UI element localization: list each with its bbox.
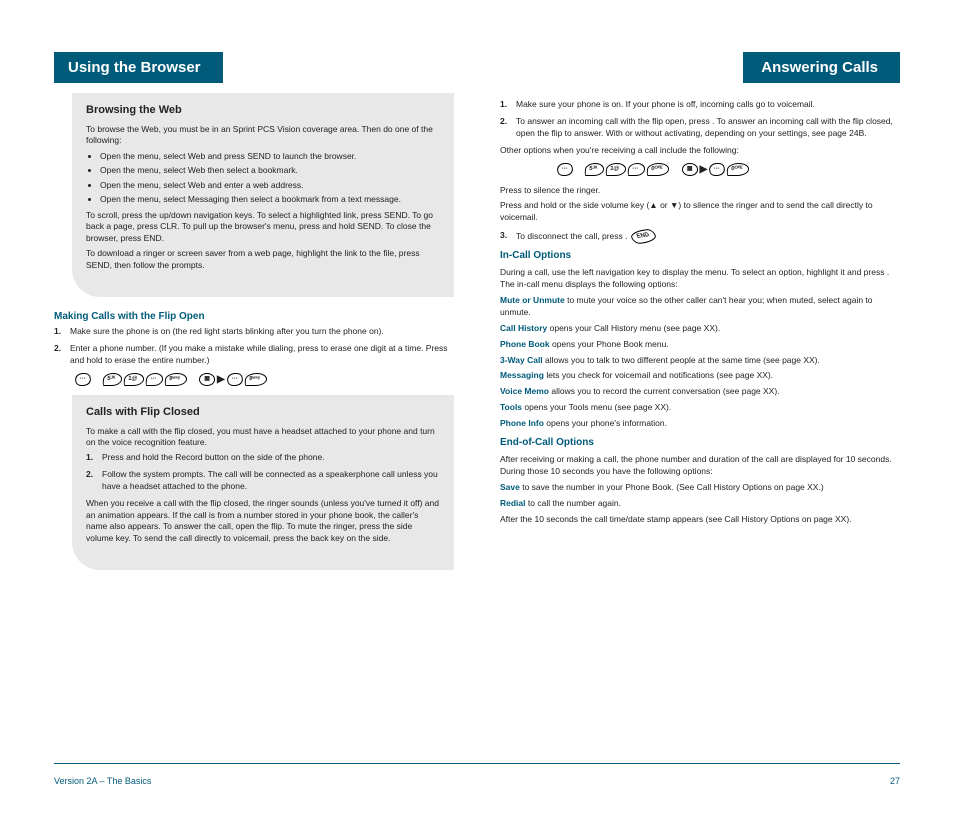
- opt-label: Mute or Unmute: [500, 295, 565, 305]
- callout-li: Open the menu, select Web then select a …: [100, 165, 440, 176]
- opt-desc: allows you to record the current convers…: [551, 386, 779, 396]
- step-num: 2.: [500, 116, 512, 128]
- step-num: 2.: [54, 343, 66, 355]
- opt-desc: to save the number in your Phone Book. (…: [522, 482, 823, 492]
- key-group-button: ⋯: [556, 163, 574, 176]
- callout2-title: Calls with Flip Closed: [86, 405, 440, 420]
- callout-p1: To browse the Web, you must be in an Spr…: [86, 124, 440, 147]
- opt-label: Save: [500, 482, 520, 492]
- key-more-icon: ⋯: [146, 373, 165, 386]
- step-text: Make sure the phone is on (the red light…: [70, 326, 454, 338]
- option-silence: Press to silence the ringer.: [500, 185, 900, 197]
- step-text: Make sure your phone is on. If your phon…: [516, 99, 900, 111]
- section-header-right: Answering Calls: [743, 52, 900, 83]
- key-group-number: 5ᴶᴷ 1@ ⋯ 0ᴼᴾᴱ: [584, 163, 671, 176]
- callout-p2: To scroll, press the up/down navigation …: [86, 210, 440, 244]
- step-text: Press and hold the Record button on the …: [102, 452, 440, 464]
- opt-desc: opens your Phone Book menu.: [552, 339, 669, 349]
- key-more-icon: ⋯: [628, 163, 647, 176]
- key-5-icon: 5ᴶᴷ: [102, 373, 123, 386]
- opt-label: Tools: [500, 402, 522, 412]
- opt-desc: to call the number again.: [528, 498, 621, 508]
- end-key-icon: END: [629, 229, 658, 245]
- arrow-icon: ▶: [700, 163, 708, 177]
- opt-desc: opens your phone's information.: [546, 418, 667, 428]
- callout-li: Open the menu, select Web and enter a we…: [100, 180, 440, 191]
- opt-label: Phone Book: [500, 339, 550, 349]
- step-num: 1.: [54, 326, 66, 338]
- option-voicemail: Press and hold or the side volume key (▲…: [500, 200, 900, 224]
- opt-desc: allows you to talk to two different peop…: [545, 355, 820, 365]
- end-call-text: To disconnect the call, press .: [516, 231, 628, 241]
- softkey-icon: ⋯: [225, 373, 244, 386]
- browser-key-icon: ▦: [682, 163, 698, 176]
- key-group-button: ⋯: [74, 373, 92, 386]
- callout2-p2: When you receive a call with the flip cl…: [86, 498, 440, 544]
- key-group-number: 5ᴶᴷ 1@ ⋯ 9ʷˣʸ: [102, 373, 188, 386]
- opt-label: Messaging: [500, 370, 544, 380]
- callout-box-flip-closed: Calls with Flip Closed To make a call wi…: [72, 395, 454, 570]
- key-9b-icon: 9ʷˣʸ: [244, 373, 267, 386]
- opt-desc: opens your Tools menu (see page XX).: [524, 402, 671, 412]
- opt-label: Voice Memo: [500, 386, 549, 396]
- arrow-icon: ▶: [217, 373, 225, 387]
- opt-desc: lets you check for voicemail and notific…: [546, 370, 773, 380]
- opt-label: Phone Info: [500, 418, 544, 428]
- eoc-intro: After receiving or making a call, the ph…: [500, 454, 900, 478]
- callout-li: Open the menu, select Web and press SEND…: [100, 151, 440, 162]
- subhead-in-call: In-Call Options: [500, 249, 900, 263]
- section-header-left: Using the Browser: [54, 52, 223, 83]
- send-key-icon: ⋯: [556, 163, 575, 176]
- key-5-icon: 5ᴶᴷ: [584, 163, 605, 176]
- callout-li: Open the menu, select Messaging then sel…: [100, 194, 440, 205]
- in-call-intro: During a call, use the left navigation k…: [500, 267, 900, 291]
- opt-label: 3-Way Call: [500, 355, 543, 365]
- footer-page-number: 27: [890, 776, 900, 786]
- key-1-icon: 1@: [605, 163, 627, 176]
- softkey-icon: ⋯: [708, 163, 727, 176]
- callout-title: Browsing the Web: [86, 103, 440, 118]
- key-0b-icon: 0ᴼᴾᴱ: [726, 163, 750, 176]
- subhead-end-call: End-of-Call Options: [500, 436, 900, 450]
- step-text: To answer an incoming call with the flip…: [516, 116, 900, 140]
- opt-label: Redial: [500, 498, 526, 508]
- step-text: To disconnect the call, press . END: [516, 230, 900, 243]
- eoc-after: After the 10 seconds the call time/date …: [500, 514, 900, 526]
- footer-rule: [54, 763, 900, 764]
- send-key-icon: ⋯: [74, 373, 93, 386]
- key-group-nav: ▦ ▶ ⋯ 9ʷˣʸ: [198, 373, 267, 387]
- callout-p3: To download a ringer or screen saver fro…: [86, 248, 440, 271]
- opt-desc: opens your Call History menu (see page X…: [550, 323, 721, 333]
- key-0-icon: 0ᴼᴾᴱ: [647, 163, 671, 176]
- browser-key-icon: ▦: [199, 373, 215, 386]
- key-9-icon: 9ʷˣʸ: [165, 373, 188, 386]
- step-num: 3.: [500, 230, 512, 242]
- other-options-note: Other options when you're receiving a ca…: [500, 145, 900, 157]
- step-text: Enter a phone number. (If you make a mis…: [70, 343, 454, 367]
- step-text: Follow the system prompts. The call will…: [102, 469, 440, 493]
- step-num: 1.: [500, 99, 512, 111]
- opt-label: Call History: [500, 323, 547, 333]
- step-num: 2.: [86, 469, 98, 480]
- key-group-nav: ▦ ▶ ⋯ 0ᴼᴾᴱ: [681, 163, 751, 177]
- key-1-icon: 1@: [123, 373, 145, 386]
- callout2-p1: To make a call with the flip closed, you…: [86, 426, 440, 449]
- subhead-flip-open: Making Calls with the Flip Open: [54, 311, 454, 322]
- step-num: 1.: [86, 452, 98, 463]
- footer-left: Version 2A – The Basics: [54, 776, 151, 786]
- callout-box-browsing: Browsing the Web To browse the Web, you …: [72, 93, 454, 297]
